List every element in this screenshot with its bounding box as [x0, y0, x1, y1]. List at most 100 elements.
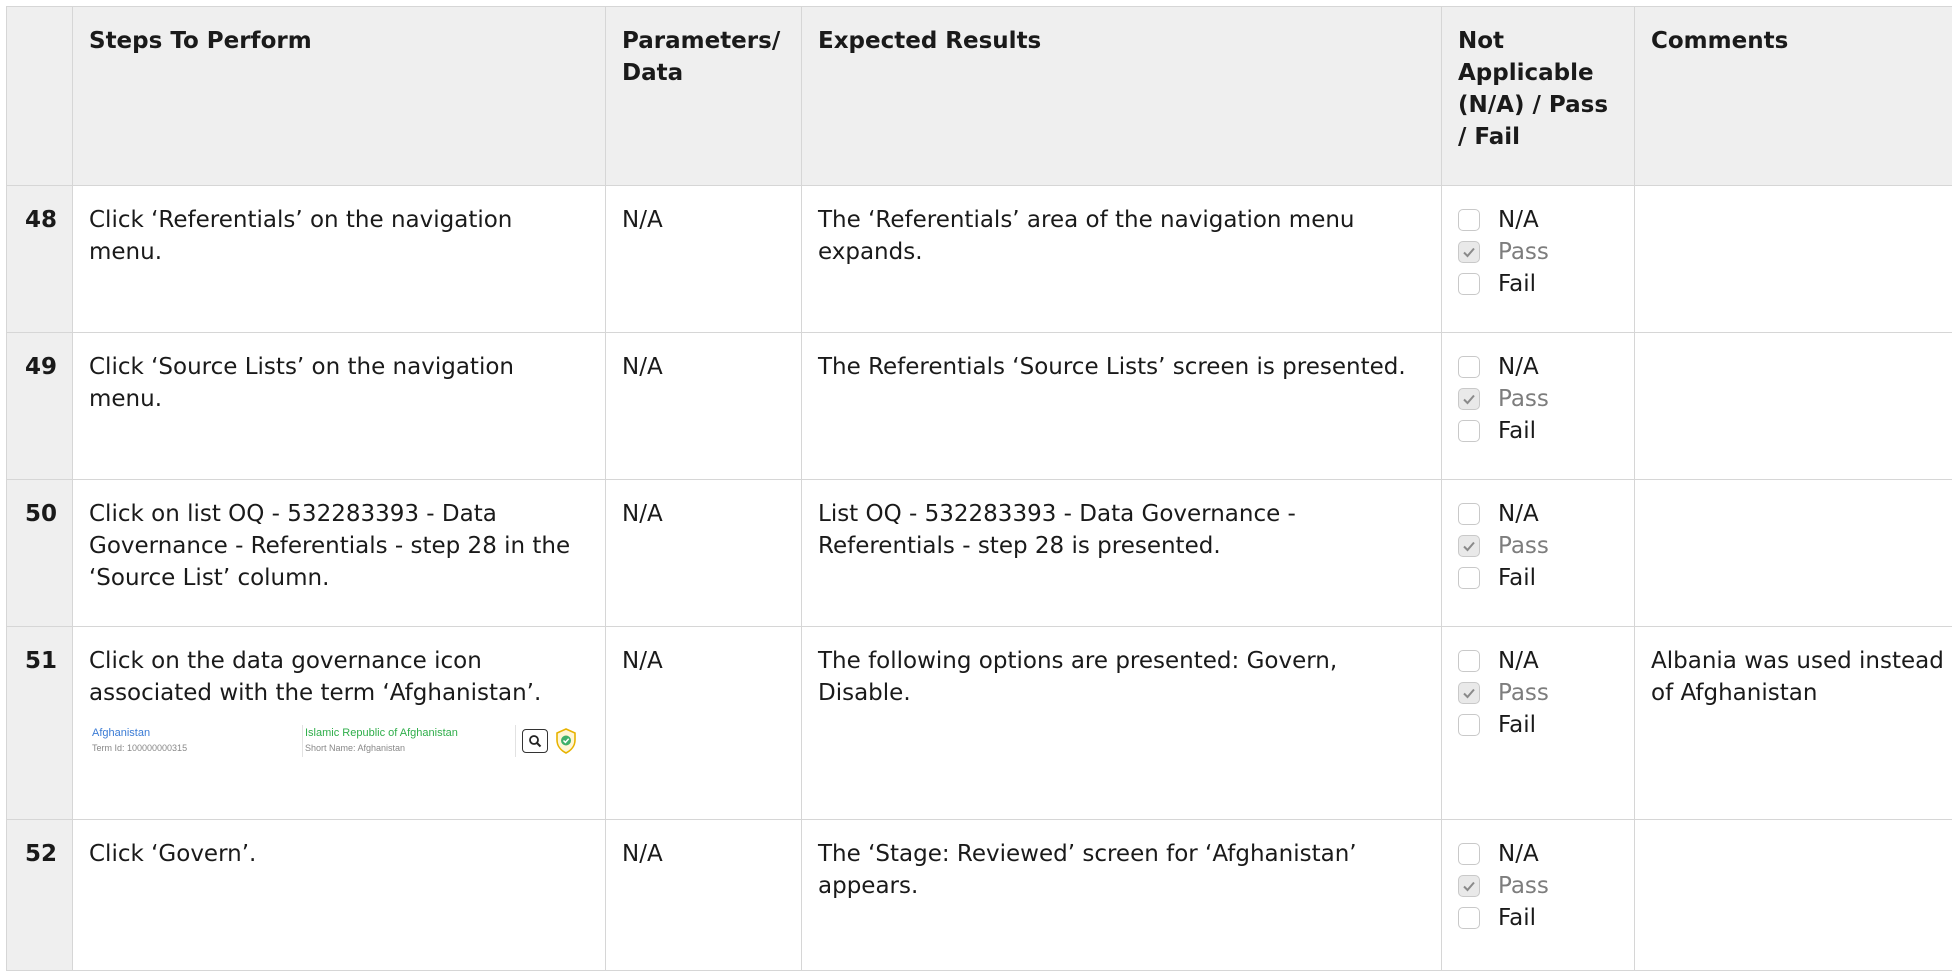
- parameters-cell: N/A: [606, 820, 802, 971]
- comment-cell[interactable]: [1635, 333, 1952, 480]
- step-text: Click ‘Source Lists’ on the navigation m…: [73, 333, 606, 480]
- table-row: 50 Click on list OQ - 532283393 - Data G…: [7, 480, 1952, 627]
- table-row: 49 Click ‘Source Lists’ on the navigatio…: [7, 333, 1952, 480]
- governance-shield-icon: [555, 728, 577, 754]
- na-option[interactable]: N/A: [1458, 645, 1618, 677]
- pass-label: Pass: [1498, 530, 1549, 562]
- pass-checkbox[interactable]: [1458, 535, 1480, 557]
- na-checkbox[interactable]: [1458, 356, 1480, 378]
- na-option[interactable]: N/A: [1458, 204, 1618, 236]
- step-instruction: Click on the data governance icon associ…: [89, 645, 589, 709]
- table-header-row: Steps To Perform Parameters/ Data Expect…: [7, 7, 1952, 186]
- expected-result-cell: The ‘Stage: Reviewed’ screen for ‘Afghan…: [802, 820, 1442, 971]
- fail-option[interactable]: Fail: [1458, 415, 1618, 447]
- checkmark-icon: [1461, 538, 1477, 554]
- steps-header: Steps To Perform: [73, 7, 606, 186]
- pass-option[interactable]: Pass: [1458, 677, 1618, 709]
- comment-cell[interactable]: [1635, 820, 1952, 971]
- na-option[interactable]: N/A: [1458, 498, 1618, 530]
- table-row: 48 Click ‘Referentials’ on the navigatio…: [7, 186, 1952, 333]
- fail-label: Fail: [1498, 562, 1536, 594]
- step-number: 51: [7, 627, 73, 820]
- pass-checkbox[interactable]: [1458, 682, 1480, 704]
- expected-result-cell: List OQ - 532283393 - Data Governance - …: [802, 480, 1442, 627]
- pass-option[interactable]: Pass: [1458, 236, 1618, 268]
- parameters-cell: N/A: [606, 627, 802, 820]
- pass-checkbox[interactable]: [1458, 388, 1480, 410]
- fail-checkbox[interactable]: [1458, 420, 1480, 442]
- na-checkbox[interactable]: [1458, 650, 1480, 672]
- status-options: N/A Pass Fail: [1442, 480, 1634, 594]
- na-label: N/A: [1498, 645, 1539, 677]
- term-link: Afghanistan: [92, 727, 150, 740]
- fail-checkbox[interactable]: [1458, 907, 1480, 929]
- fail-label: Fail: [1498, 709, 1536, 741]
- status-header: Not Applicable (N/A) / Pass / Fail: [1442, 7, 1635, 186]
- pass-label: Pass: [1498, 677, 1549, 709]
- pass-option[interactable]: Pass: [1458, 870, 1618, 902]
- parameters-cell: N/A: [606, 333, 802, 480]
- step-text: Click ‘Referentials’ on the navigation m…: [73, 186, 606, 333]
- checkmark-icon: [1461, 878, 1477, 894]
- status-cell: N/A Pass Fail: [1442, 333, 1635, 480]
- comment-cell[interactable]: [1635, 186, 1952, 333]
- pass-option[interactable]: Pass: [1458, 530, 1618, 562]
- na-checkbox[interactable]: [1458, 209, 1480, 231]
- status-options: N/A Pass Fail: [1442, 186, 1634, 300]
- step-text: Click on the data governance icon associ…: [73, 627, 606, 820]
- checkmark-icon: [1461, 244, 1477, 260]
- checkmark-icon: [1461, 685, 1477, 701]
- expected-result-cell: The Referentials ‘Source Lists’ screen i…: [802, 333, 1442, 480]
- na-label: N/A: [1498, 204, 1539, 236]
- status-cell: N/A Pass Fail: [1442, 480, 1635, 627]
- na-label: N/A: [1498, 838, 1539, 870]
- fail-checkbox[interactable]: [1458, 567, 1480, 589]
- table-row: 52 Click ‘Govern’. N/A The ‘Stage: Revie…: [7, 820, 1952, 971]
- comment-cell[interactable]: [1635, 480, 1952, 627]
- pass-label: Pass: [1498, 870, 1549, 902]
- na-checkbox[interactable]: [1458, 843, 1480, 865]
- pass-label: Pass: [1498, 236, 1549, 268]
- expected-result-cell: The ‘Referentials’ area of the navigatio…: [802, 186, 1442, 333]
- checkmark-icon: [1461, 391, 1477, 407]
- status-options: N/A Pass Fail: [1442, 627, 1634, 741]
- na-label: N/A: [1498, 351, 1539, 383]
- step-number-header: [7, 7, 73, 186]
- status-options: N/A Pass Fail: [1442, 820, 1634, 934]
- divider: [302, 725, 303, 757]
- term-id: Term Id: 100000000315: [92, 743, 187, 754]
- parameters-header: Parameters/ Data: [606, 7, 802, 186]
- status-cell: N/A Pass Fail: [1442, 627, 1635, 820]
- pass-checkbox[interactable]: [1458, 875, 1480, 897]
- fail-checkbox[interactable]: [1458, 714, 1480, 736]
- fail-label: Fail: [1498, 268, 1536, 300]
- expected-results-header: Expected Results: [802, 7, 1442, 186]
- na-label: N/A: [1498, 498, 1539, 530]
- fail-label: Fail: [1498, 415, 1536, 447]
- search-button: [522, 729, 548, 753]
- pass-option[interactable]: Pass: [1458, 383, 1618, 415]
- term-short-name: Short Name: Afghanistan: [305, 743, 405, 754]
- na-option[interactable]: N/A: [1458, 351, 1618, 383]
- parameters-cell: N/A: [606, 186, 802, 333]
- test-steps-table: Steps To Perform Parameters/ Data Expect…: [6, 6, 1952, 971]
- step-text: Click ‘Govern’.: [73, 820, 606, 971]
- fail-option[interactable]: Fail: [1458, 268, 1618, 300]
- fail-checkbox[interactable]: [1458, 273, 1480, 295]
- step-number: 50: [7, 480, 73, 627]
- search-icon: [528, 734, 542, 748]
- expected-result-cell: The following options are presented: Gov…: [802, 627, 1442, 820]
- parameters-cell: N/A: [606, 480, 802, 627]
- fail-option[interactable]: Fail: [1458, 709, 1618, 741]
- table-row: 51 Click on the data governance icon ass…: [7, 627, 1952, 820]
- step-number: 48: [7, 186, 73, 333]
- status-options: N/A Pass Fail: [1442, 333, 1634, 447]
- fail-option[interactable]: Fail: [1458, 562, 1618, 594]
- comment-cell[interactable]: Albania was used instead of Afghanistan: [1635, 627, 1952, 820]
- na-checkbox[interactable]: [1458, 503, 1480, 525]
- fail-option[interactable]: Fail: [1458, 902, 1618, 934]
- pass-checkbox[interactable]: [1458, 241, 1480, 263]
- fail-label: Fail: [1498, 902, 1536, 934]
- na-option[interactable]: N/A: [1458, 838, 1618, 870]
- status-cell: N/A Pass Fail: [1442, 820, 1635, 971]
